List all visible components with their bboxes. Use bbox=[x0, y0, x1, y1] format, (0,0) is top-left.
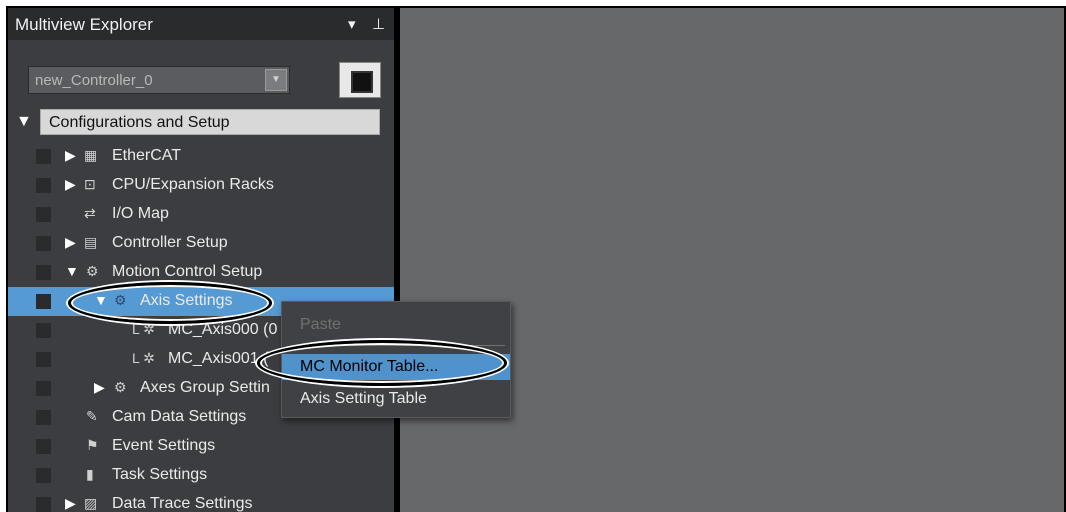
expand-arrow-icon[interactable]: ▼ bbox=[16, 113, 32, 131]
panel-dropdown-icon[interactable]: ▾ bbox=[348, 15, 356, 33]
status-square bbox=[36, 468, 51, 483]
controller-select-value: new_Controller_0 bbox=[35, 72, 153, 89]
cam-icon: ✎ bbox=[86, 408, 98, 424]
tree-item-controller-setup[interactable]: ▶ ▤ Controller Setup bbox=[8, 229, 394, 258]
controller-select[interactable]: new_Controller_0 ▼ bbox=[28, 66, 290, 94]
tree-item-task-settings[interactable]: ▮ Task Settings bbox=[8, 461, 394, 490]
controller-setup-icon: ▤ bbox=[84, 234, 98, 250]
tree-item-ethercat[interactable]: ▶ ▦ EtherCAT bbox=[8, 142, 394, 171]
gear-icon: ⚙ bbox=[114, 379, 127, 395]
task-icon: ▮ bbox=[86, 466, 94, 482]
tree-item-label: Data Trace Settings bbox=[112, 495, 253, 512]
tree-item-io-map[interactable]: ⇄ I/O Map bbox=[8, 200, 394, 229]
status-square bbox=[36, 178, 51, 193]
status-square bbox=[36, 149, 51, 164]
menu-separator bbox=[300, 345, 505, 346]
gear-icon: ⚙ bbox=[114, 292, 127, 308]
menu-item-mc-monitor-table[interactable]: MC Monitor Table... bbox=[282, 354, 510, 380]
tree-item-label: EtherCAT bbox=[112, 147, 182, 164]
tree-item-label: MC_Axis000 (0 bbox=[168, 321, 278, 338]
controller-chip-icon bbox=[351, 71, 373, 93]
expand-arrow-icon[interactable]: ▶ bbox=[65, 234, 76, 251]
pin-icon[interactable]: ⊥ bbox=[372, 15, 385, 33]
tree-item-label: Motion Control Setup bbox=[112, 263, 263, 280]
status-square bbox=[36, 236, 51, 251]
ethercat-icon: ▦ bbox=[84, 147, 98, 163]
context-menu: Paste MC Monitor Table... Axis Setting T… bbox=[281, 301, 511, 418]
tree-item-label: Axes Group Settin bbox=[140, 379, 270, 396]
tree-item-cpu-racks[interactable]: ▶ ⊡ CPU/Expansion Racks bbox=[8, 171, 394, 200]
flag-icon: ⚑ bbox=[86, 437, 99, 453]
status-square bbox=[36, 497, 51, 512]
workspace-area bbox=[400, 8, 1064, 512]
tree-item-label: I/O Map bbox=[112, 205, 169, 222]
gear-icon: ⚙ bbox=[86, 263, 99, 279]
controller-device-button[interactable] bbox=[339, 62, 381, 98]
cpu-rack-icon: ⊡ bbox=[84, 176, 96, 192]
io-map-icon: ⇄ bbox=[84, 205, 96, 221]
collapse-arrow-icon[interactable]: ▼ bbox=[65, 263, 79, 279]
status-square bbox=[36, 352, 51, 367]
tree-item-data-trace-settings[interactable]: ▶ ▨ Data Trace Settings bbox=[8, 490, 394, 512]
tree-item-label: Task Settings bbox=[112, 466, 208, 483]
app-window: Multiview Explorer ▾ ⊥ new_Controller_0 … bbox=[6, 6, 1066, 512]
panel-title: Multiview Explorer bbox=[15, 15, 153, 34]
tree-item-label: Event Settings bbox=[112, 437, 216, 454]
expand-arrow-icon[interactable]: ▶ bbox=[65, 176, 76, 193]
status-square bbox=[36, 439, 51, 454]
status-square bbox=[36, 410, 51, 425]
tree-item-label: Cam Data Settings bbox=[112, 408, 247, 425]
tree-item-label: MC_Axis001 ( bbox=[168, 350, 269, 367]
status-square bbox=[36, 323, 51, 338]
chevron-down-icon[interactable]: ▼ bbox=[265, 69, 287, 91]
panel-header: Multiview Explorer ▾ ⊥ bbox=[8, 8, 394, 40]
expand-arrow-icon[interactable]: ▶ bbox=[94, 379, 105, 396]
menu-item-paste[interactable]: Paste bbox=[282, 312, 510, 338]
collapse-arrow-icon[interactable]: ▼ bbox=[94, 292, 108, 308]
configurations-label: Configurations and Setup bbox=[40, 109, 380, 135]
trace-icon: ▨ bbox=[84, 495, 98, 511]
status-square bbox=[36, 381, 51, 396]
expand-arrow-icon[interactable]: ▶ bbox=[65, 147, 76, 164]
axis-icon: L ✲ bbox=[132, 321, 155, 337]
tree-item-event-settings[interactable]: ⚑ Event Settings bbox=[8, 432, 394, 461]
status-square bbox=[36, 294, 51, 309]
tree-root-configurations[interactable]: ▼ Configurations and Setup bbox=[8, 108, 394, 137]
tree-item-label: Controller Setup bbox=[112, 234, 228, 251]
expand-arrow-icon[interactable]: ▶ bbox=[65, 495, 76, 512]
axis-icon: L ✲ bbox=[132, 350, 155, 366]
status-square bbox=[36, 265, 51, 280]
menu-item-axis-setting-table[interactable]: Axis Setting Table bbox=[282, 386, 510, 412]
tree-item-label: CPU/Expansion Racks bbox=[112, 176, 274, 193]
tree-item-label: Axis Settings bbox=[140, 292, 233, 309]
tree-item-motion-control-setup[interactable]: ▼ ⚙ Motion Control Setup bbox=[8, 258, 394, 287]
status-square bbox=[36, 207, 51, 222]
multiview-explorer-panel: Multiview Explorer ▾ ⊥ new_Controller_0 … bbox=[8, 8, 394, 512]
